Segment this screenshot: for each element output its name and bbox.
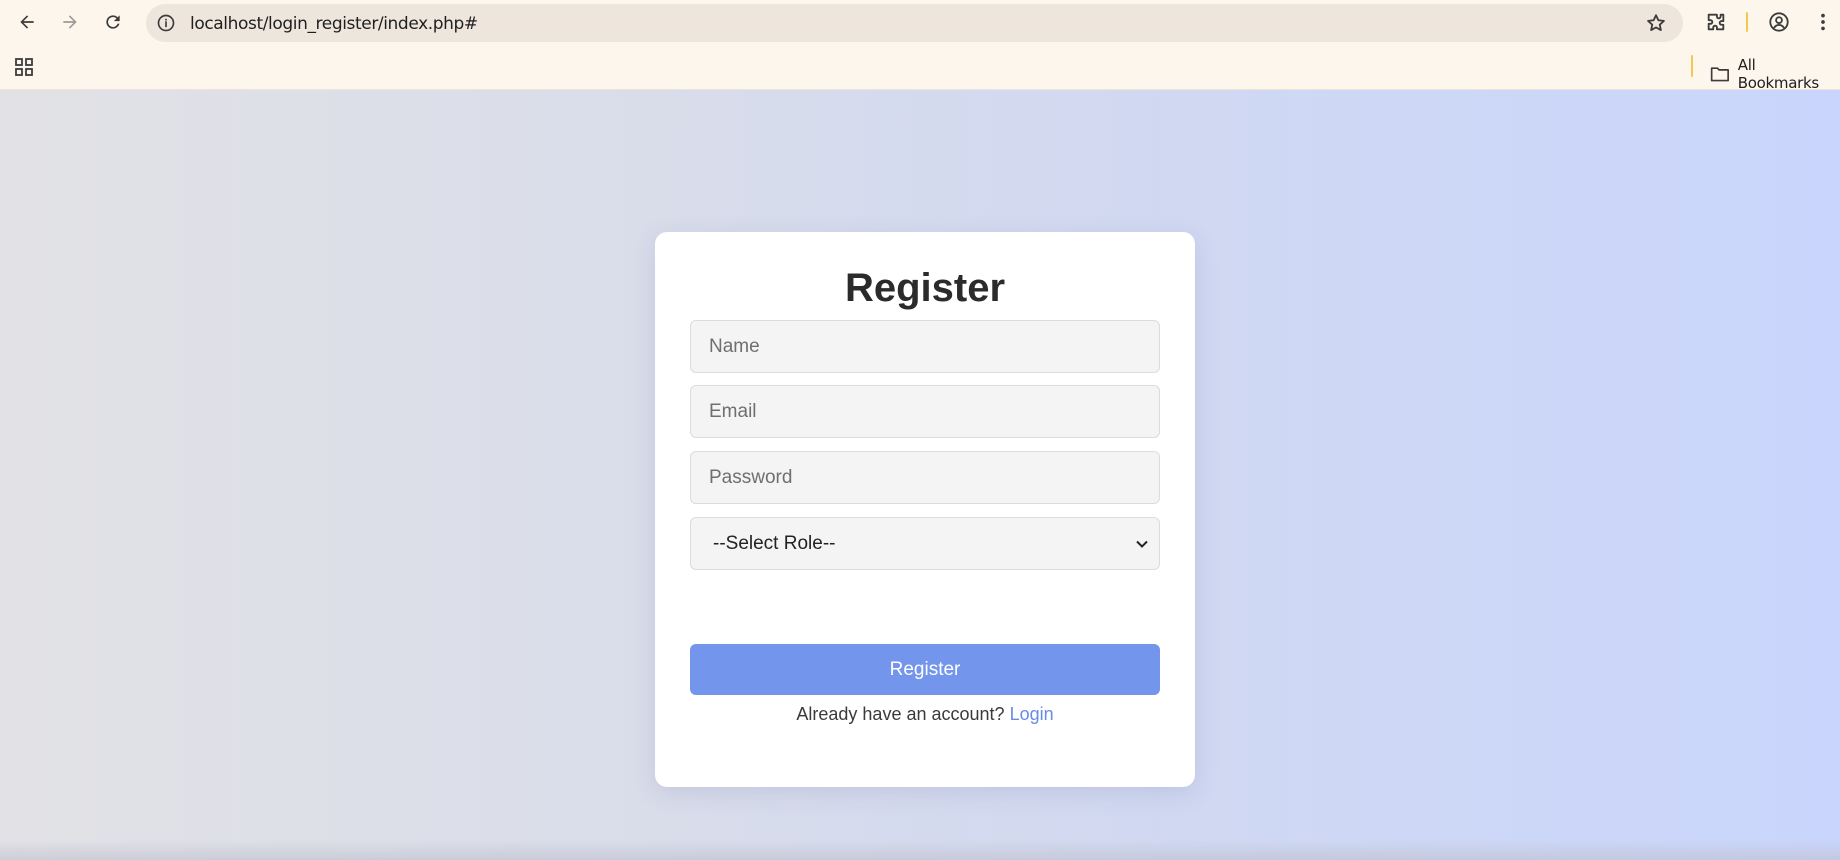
toolbar-separator: [1746, 12, 1748, 32]
role-select-value: --Select Role--: [713, 532, 836, 554]
menu-button[interactable]: [1810, 9, 1836, 35]
password-input[interactable]: Password: [690, 451, 1160, 504]
email-input[interactable]: Email: [690, 385, 1160, 438]
all-bookmarks-label: All Bookmarks: [1737, 56, 1819, 92]
page-title: Register: [844, 266, 1006, 310]
register-button-label: Register: [889, 658, 961, 680]
name-input[interactable]: Name: [690, 320, 1160, 373]
role-select[interactable]: --Select Role--: [690, 517, 1160, 570]
url-text[interactable]: localhost/login_register/index.php#: [190, 14, 478, 34]
register-button[interactable]: Register: [690, 644, 1160, 695]
reload-button[interactable]: [98, 7, 128, 37]
page-viewport: Register Name Email Password --Select Ro…: [0, 90, 1840, 860]
site-info-icon[interactable]: [156, 13, 176, 33]
bookmarks-bar: All Bookmarks: [0, 44, 1840, 92]
apps-icon[interactable]: [14, 57, 34, 77]
login-link[interactable]: Login: [1010, 704, 1054, 724]
folder-icon: [1710, 67, 1729, 82]
chevron-down-icon: [1136, 540, 1148, 548]
extensions-icon: [1707, 13, 1725, 31]
profile-button[interactable]: [1766, 9, 1792, 35]
page-bottom-shade: [0, 840, 1840, 860]
login-prompt: Already have an account? Login: [655, 704, 1195, 725]
extensions-button[interactable]: [1703, 9, 1729, 35]
back-button[interactable]: [12, 7, 42, 37]
name-placeholder: Name: [709, 335, 760, 357]
star-icon[interactable]: [1645, 12, 1667, 34]
back-icon: [20, 15, 34, 29]
all-bookmarks-button[interactable]: All Bookmarks: [1710, 56, 1840, 92]
register-card: Register Name Email Password --Select Ro…: [655, 232, 1195, 787]
forward-icon: [63, 15, 77, 29]
menu-icon: [1821, 13, 1825, 31]
login-prompt-text: Already have an account?: [796, 704, 1005, 724]
profile-icon: [1769, 12, 1789, 32]
forward-button[interactable]: [55, 7, 85, 37]
reload-icon: [106, 15, 120, 29]
email-placeholder: Email: [709, 400, 757, 422]
address-bar[interactable]: localhost/login_register/index.php#: [146, 4, 1683, 42]
password-placeholder: Password: [709, 466, 793, 488]
browser-toolbar: localhost/login_register/index.php#: [0, 0, 1840, 44]
bookmarks-separator: [1691, 55, 1693, 77]
